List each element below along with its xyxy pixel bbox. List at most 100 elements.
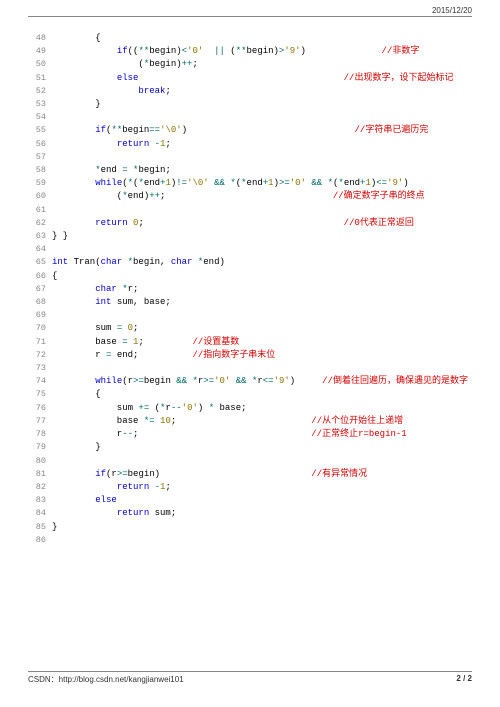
line-content: return -1; (52, 481, 171, 494)
line-number: 83 (28, 494, 46, 507)
line-number: 66 (28, 270, 46, 283)
footer-source: CSDN：http://blog.csdn.net/kangjianwei101 (28, 674, 184, 685)
code-line: 68 int sum, base; (28, 296, 472, 309)
code-line: 55 if(**begin=='\0') //字符串已遍历完 (28, 124, 472, 137)
document-page: 2015/12/20 48 {49 if((**begin)<'0' || (*… (0, 0, 500, 707)
line-number: 61 (28, 204, 46, 217)
code-line: 51 else //出现数字，设下起始标记 (28, 72, 472, 85)
line-number: 78 (28, 428, 46, 441)
code-line: 86 (28, 534, 472, 547)
code-line: 84 return sum; (28, 507, 472, 520)
line-number: 73 (28, 362, 46, 375)
line-number: 59 (28, 177, 46, 190)
line-number: 82 (28, 481, 46, 494)
code-line: 65int Tran(char *begin, char *end) (28, 256, 472, 269)
code-line: 69 (28, 309, 472, 322)
code-line: 74 while(r>=begin && *r>='0' && *r<='9')… (28, 375, 472, 388)
line-number: 71 (28, 336, 46, 349)
code-line: 49 if((**begin)<'0' || (**begin)>'9') //… (28, 45, 472, 58)
line-number: 50 (28, 58, 46, 71)
line-content: *end = *begin; (52, 164, 171, 177)
line-number: 70 (28, 322, 46, 335)
code-line: 61 (28, 204, 472, 217)
line-content: int sum, base; (52, 296, 171, 309)
line-number: 49 (28, 45, 46, 58)
line-number: 53 (28, 98, 46, 111)
code-line: 53 } (28, 98, 472, 111)
code-line: 83 else (28, 494, 472, 507)
code-line: 48 { (28, 32, 472, 45)
line-number: 79 (28, 441, 46, 454)
line-number: 55 (28, 124, 46, 137)
line-number: 67 (28, 283, 46, 296)
code-line: 78 r--; //正常终止r=begin-1 (28, 428, 472, 441)
line-number: 76 (28, 402, 46, 415)
code-line: 71 base = 1; //设置基数 (28, 336, 472, 349)
code-line: 76 sum += (*r--'0') * base; (28, 402, 472, 415)
footer-page-number: 2 / 2 (456, 674, 472, 685)
line-content: } (52, 98, 101, 111)
code-line: 52 break; (28, 85, 472, 98)
code-line: 62 return 0; //0代表正常返回 (28, 217, 472, 230)
line-number: 52 (28, 85, 46, 98)
line-number: 48 (28, 32, 46, 45)
page-footer: CSDN：http://blog.csdn.net/kangjianwei101… (28, 671, 472, 685)
line-content: int Tran(char *begin, char *end) (52, 256, 225, 269)
line-number: 81 (28, 468, 46, 481)
line-content: char *r; (52, 283, 138, 296)
code-line: 82 return -1; (28, 481, 472, 494)
line-content: r--; //正常终止r=begin-1 (52, 428, 407, 441)
line-number: 74 (28, 375, 46, 388)
code-line: 56 return -1; (28, 138, 472, 151)
code-line: 80 (28, 455, 472, 468)
code-line: 85} (28, 521, 472, 534)
line-content: while(r>=begin && *r>='0' && *r<='9') //… (52, 375, 468, 388)
line-number: 68 (28, 296, 46, 309)
code-line: 72 r = end; //指向数字子串末位 (28, 349, 472, 362)
line-content: while(*(*end+1)!='\0' && *(*end+1)>='0' … (52, 177, 409, 190)
line-content: { (52, 32, 101, 45)
line-number: 77 (28, 415, 46, 428)
line-number: 56 (28, 138, 46, 151)
line-content: (*begin)++; (52, 58, 198, 71)
line-content: else (52, 494, 117, 507)
code-line: 67 char *r; (28, 283, 472, 296)
line-number: 64 (28, 243, 46, 256)
line-number: 62 (28, 217, 46, 230)
code-line: 50 (*begin)++; (28, 58, 472, 71)
line-number: 75 (28, 388, 46, 401)
line-content: sum = 0; (52, 322, 138, 335)
line-number: 57 (28, 151, 46, 164)
code-line: 81 if(r>=begin) //有异常情况 (28, 468, 472, 481)
code-line: 75 { (28, 388, 472, 401)
code-block: 48 {49 if((**begin)<'0' || (**begin)>'9'… (28, 32, 472, 547)
line-number: 54 (28, 111, 46, 124)
line-content: return sum; (52, 507, 176, 520)
code-line: 79 } (28, 441, 472, 454)
line-number: 86 (28, 534, 46, 547)
line-content: } (52, 441, 101, 454)
line-content: (*end)++; //确定数字子串的终点 (52, 190, 425, 203)
code-line: 64 (28, 243, 472, 256)
line-content: if(**begin=='\0') //字符串已遍历完 (52, 124, 428, 137)
code-line: 70 sum = 0; (28, 322, 472, 335)
line-content: else //出现数字，设下起始标记 (52, 72, 453, 85)
line-number: 63 (28, 230, 46, 243)
line-number: 69 (28, 309, 46, 322)
line-number: 51 (28, 72, 46, 85)
code-line: 57 (28, 151, 472, 164)
line-content: { (52, 270, 57, 283)
line-content: return 0; //0代表正常返回 (52, 217, 414, 230)
line-number: 84 (28, 507, 46, 520)
line-content: } (52, 521, 57, 534)
code-line: 77 base *= 10; //从个位开始往上递增 (28, 415, 472, 428)
line-content: if(r>=begin) //有异常情况 (52, 468, 367, 481)
code-line: 58 *end = *begin; (28, 164, 472, 177)
line-content: base *= 10; //从个位开始往上递增 (52, 415, 403, 428)
line-number: 58 (28, 164, 46, 177)
line-number: 72 (28, 349, 46, 362)
line-number: 85 (28, 521, 46, 534)
code-line: 54 (28, 111, 472, 124)
line-number: 60 (28, 190, 46, 203)
code-line: 59 while(*(*end+1)!='\0' && *(*end+1)>='… (28, 177, 472, 190)
